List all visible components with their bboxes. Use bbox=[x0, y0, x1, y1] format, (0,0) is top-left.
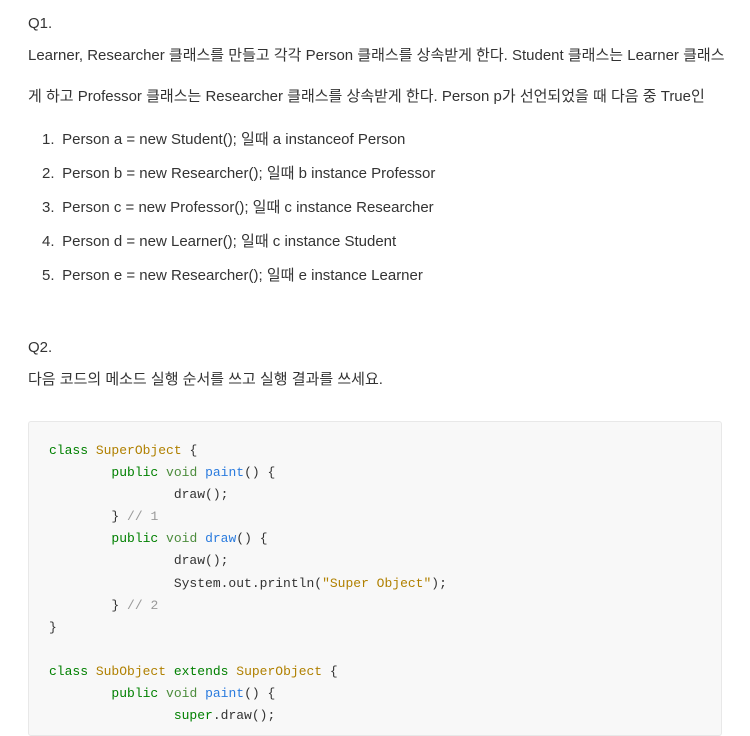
code-token-punct: () bbox=[244, 465, 260, 480]
code-token-kw: class bbox=[49, 443, 88, 458]
code-token-punct: } bbox=[111, 598, 119, 613]
q1-desc-line1: Learner, Researcher 클래스를 만들고 각각 Person 클… bbox=[28, 42, 750, 69]
code-token-kw: class bbox=[49, 664, 88, 679]
code-content: class SuperObject { public void paint() … bbox=[49, 440, 701, 727]
code-token-punct: } bbox=[49, 620, 57, 635]
question-q2: Q2. 다음 코드의 메소드 실행 순서를 쓰고 실행 결과를 쓰세요. bbox=[28, 336, 750, 393]
code-token-kw: extends bbox=[174, 664, 229, 679]
code-token-punct: () bbox=[244, 686, 260, 701]
q1-option-3-text: Person c = new Professor(); 일때 c instanc… bbox=[62, 199, 434, 216]
q2-heading: Q2. bbox=[28, 336, 750, 360]
code-token-method: paint bbox=[205, 686, 244, 701]
code-token-type: void bbox=[166, 531, 197, 546]
code-token-clsname: SuperObject bbox=[96, 443, 182, 458]
q1-option-3: 3. Person c = new Professor(); 일때 c inst… bbox=[42, 196, 750, 220]
code-token-punct: { bbox=[189, 443, 197, 458]
q1-heading: Q1. bbox=[28, 12, 750, 36]
code-token-comment: // 1 bbox=[127, 509, 158, 524]
code-token-type: void bbox=[166, 465, 197, 480]
q1-desc-line2: 게 하고 Professor 클래스는 Researcher 클래스를 상속받게… bbox=[28, 83, 750, 110]
code-token-punct: System.out.println( bbox=[174, 576, 322, 591]
q2-desc: 다음 코드의 메소드 실행 순서를 쓰고 실행 결과를 쓰세요. bbox=[28, 366, 750, 393]
code-token-punct: { bbox=[268, 686, 276, 701]
code-token-kw: public bbox=[111, 531, 158, 546]
code-token-string: "Super Object" bbox=[322, 576, 431, 591]
q1-options-list: 1. Person a = new Student(); 일때 a instan… bbox=[42, 128, 750, 288]
code-token-method: paint bbox=[205, 465, 244, 480]
q1-option-5: 5. Person e = new Researcher(); 일때 e ins… bbox=[42, 264, 750, 288]
q1-option-2-text: Person b = new Researcher(); 일때 b instan… bbox=[62, 165, 435, 182]
code-token-kw: public bbox=[111, 465, 158, 480]
code-token-punct: draw(); bbox=[174, 553, 229, 568]
q1-option-2: 2. Person b = new Researcher(); 일때 b ins… bbox=[42, 162, 750, 186]
code-token-comment: // 2 bbox=[127, 598, 158, 613]
code-token-kw: super bbox=[174, 708, 213, 723]
code-token-method: draw bbox=[205, 531, 236, 546]
code-token-punct: { bbox=[330, 664, 338, 679]
q1-option-5-text: Person e = new Researcher(); 일때 e instan… bbox=[62, 267, 423, 284]
q1-option-4-text: Person d = new Learner(); 일때 c instance … bbox=[62, 233, 396, 250]
question-q1: Q1. Learner, Researcher 클래스를 만들고 각각 Pers… bbox=[28, 12, 750, 288]
code-block: class SuperObject { public void paint() … bbox=[28, 421, 722, 736]
code-token-punct: () bbox=[236, 531, 252, 546]
code-token-kw: public bbox=[111, 686, 158, 701]
code-token-punct: } bbox=[111, 509, 119, 524]
code-token-clsname: SuperObject bbox=[236, 664, 322, 679]
code-token-punct: { bbox=[268, 465, 276, 480]
code-token-clsname: SubObject bbox=[96, 664, 166, 679]
q1-option-4: 4. Person d = new Learner(); 일때 c instan… bbox=[42, 230, 750, 254]
code-token-punct: .draw(); bbox=[213, 708, 275, 723]
code-token-punct: draw(); bbox=[174, 487, 229, 502]
code-token-type: void bbox=[166, 686, 197, 701]
q1-option-1: 1. Person a = new Student(); 일때 a instan… bbox=[42, 128, 750, 152]
code-token-punct: ); bbox=[431, 576, 447, 591]
code-token-punct: { bbox=[260, 531, 268, 546]
q1-option-1-text: Person a = new Student(); 일때 a instanceo… bbox=[62, 131, 405, 148]
